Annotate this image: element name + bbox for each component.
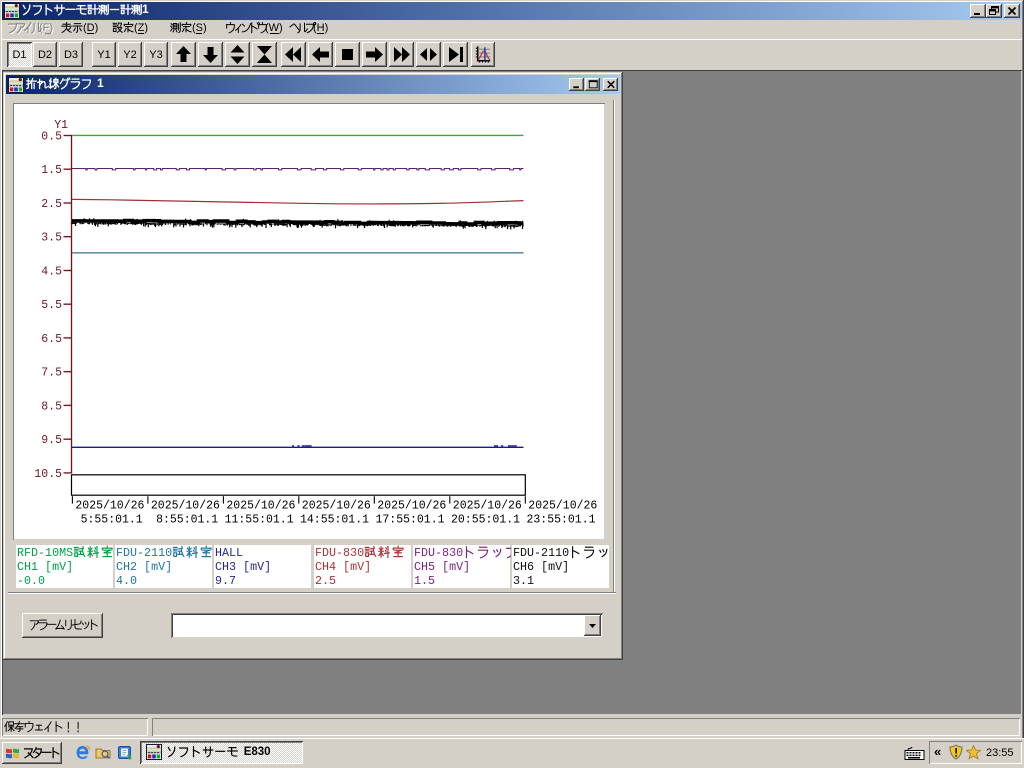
svg-text:4.0: 4.0: [116, 574, 137, 588]
svg-text:2.5: 2.5: [315, 574, 336, 588]
svg-text:9.5: 9.5: [41, 434, 62, 447]
svg-text:2025/10/26: 2025/10/26: [453, 500, 522, 513]
svg-text:CH5 [mV]: CH5 [mV]: [414, 560, 470, 574]
svg-text:CH1 [mV]: CH1 [mV]: [17, 560, 73, 574]
svg-text:3.5: 3.5: [41, 232, 62, 245]
svg-text:5:55:01.1: 5:55:01.1: [81, 514, 143, 527]
svg-text:10.5: 10.5: [34, 468, 62, 481]
svg-text:6.5: 6.5: [41, 333, 62, 346]
svg-text:HALL: HALL: [215, 546, 243, 560]
svg-text:2025/10/26: 2025/10/26: [226, 500, 295, 513]
svg-text:FDU-830: FDU-830: [414, 546, 463, 560]
svg-text:4.5: 4.5: [41, 266, 62, 279]
svg-text:FDU-2110: FDU-2110: [116, 546, 172, 560]
svg-text:2.5: 2.5: [41, 198, 62, 211]
svg-text:5.5: 5.5: [41, 299, 62, 312]
svg-text:17:55:01.1: 17:55:01.1: [376, 514, 445, 527]
svg-text:FDU-830: FDU-830: [315, 546, 364, 560]
svg-text:0.5: 0.5: [41, 131, 62, 144]
svg-text:E830: E830: [244, 746, 271, 758]
svg-text:9.7: 9.7: [215, 574, 236, 588]
svg-text:2025/10/26: 2025/10/26: [377, 500, 446, 513]
svg-text:2025/10/26: 2025/10/26: [528, 500, 597, 513]
svg-text:2025/10/26: 2025/10/26: [75, 500, 144, 513]
svg-text:8:55:01.1: 8:55:01.1: [156, 514, 218, 527]
svg-text:CH4 [mV]: CH4 [mV]: [315, 560, 371, 574]
svg-text:-0.0: -0.0: [17, 574, 45, 588]
svg-text:2025/10/26: 2025/10/26: [151, 500, 220, 513]
svg-text:FDU-2110: FDU-2110: [513, 546, 569, 560]
svg-text:7.5: 7.5: [41, 367, 62, 380]
svg-text:11:55:01.1: 11:55:01.1: [225, 514, 294, 527]
svg-text:14:55:01.1: 14:55:01.1: [300, 514, 369, 527]
svg-text:1.5: 1.5: [41, 164, 62, 177]
svg-text:RFD-10MS: RFD-10MS: [17, 546, 73, 560]
svg-text:CH2 [mV]: CH2 [mV]: [116, 560, 172, 574]
svg-text:3.1: 3.1: [513, 574, 534, 588]
svg-text:2025/10/26: 2025/10/26: [302, 500, 371, 513]
svg-text:8.5: 8.5: [41, 400, 62, 413]
svg-text:23:55:01.1: 23:55:01.1: [527, 514, 596, 527]
svg-text:CH6 [mV]: CH6 [mV]: [513, 560, 569, 574]
svg-text:1.5: 1.5: [414, 574, 435, 588]
svg-text:Y1: Y1: [54, 119, 68, 132]
svg-text:CH3 [mV]: CH3 [mV]: [215, 560, 271, 574]
svg-text:20:55:01.1: 20:55:01.1: [451, 514, 520, 527]
